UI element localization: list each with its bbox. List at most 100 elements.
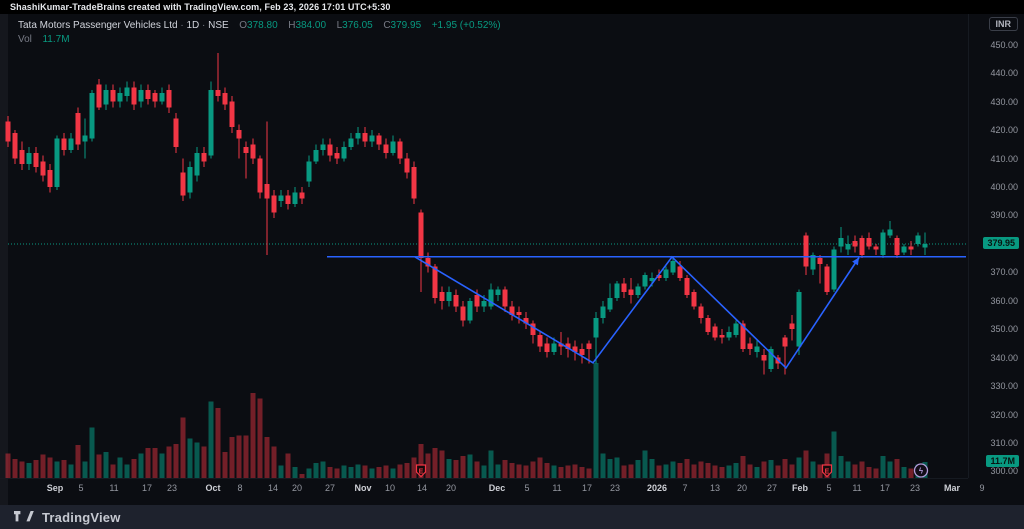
volume-bar[interactable] xyxy=(76,445,81,478)
volume-bar[interactable] xyxy=(496,464,501,478)
candle[interactable] xyxy=(580,349,585,355)
volume-bar[interactable] xyxy=(139,453,144,478)
volume-bar[interactable] xyxy=(300,474,305,478)
candle[interactable] xyxy=(916,235,921,244)
candle[interactable] xyxy=(118,93,123,102)
candle[interactable] xyxy=(440,292,445,301)
candle[interactable] xyxy=(538,335,543,346)
candle[interactable] xyxy=(797,292,802,346)
candle[interactable] xyxy=(615,284,620,298)
volume-bar[interactable] xyxy=(307,468,312,478)
volume-bar[interactable] xyxy=(475,462,480,478)
candle[interactable] xyxy=(923,244,928,247)
volume-bar[interactable] xyxy=(594,363,599,478)
volume-bar[interactable] xyxy=(342,466,347,478)
volume-bar[interactable] xyxy=(426,453,431,478)
candle[interactable] xyxy=(230,102,235,128)
volume-bar[interactable] xyxy=(321,462,326,478)
volume-bar[interactable] xyxy=(146,448,151,478)
volume-bar[interactable] xyxy=(258,399,263,478)
volume-bar[interactable] xyxy=(356,464,361,478)
volume-bar[interactable] xyxy=(244,436,249,478)
candle[interactable] xyxy=(419,213,424,259)
volume-bar[interactable] xyxy=(384,466,389,478)
volume-bar[interactable] xyxy=(741,456,746,478)
volume-bar[interactable] xyxy=(552,466,557,478)
candle[interactable] xyxy=(139,90,144,101)
volume-bar[interactable] xyxy=(69,464,74,478)
volume-bar[interactable] xyxy=(188,438,193,478)
candle[interactable] xyxy=(874,247,879,250)
volume-bar[interactable] xyxy=(881,456,886,478)
volume-bar[interactable] xyxy=(804,451,809,478)
candle[interactable] xyxy=(62,139,67,150)
candle[interactable] xyxy=(846,244,851,250)
volume-bar[interactable] xyxy=(447,459,452,478)
candle[interactable] xyxy=(167,90,172,107)
volume-bar[interactable] xyxy=(433,448,438,478)
candle[interactable] xyxy=(636,287,641,296)
candle[interactable] xyxy=(356,133,361,139)
volume-bar[interactable] xyxy=(195,442,200,478)
candle[interactable] xyxy=(265,184,270,198)
candle[interactable] xyxy=(398,141,403,158)
volume-bar[interactable] xyxy=(636,460,641,478)
candle[interactable] xyxy=(867,238,872,247)
volume-bar[interactable] xyxy=(510,463,515,478)
candle[interactable] xyxy=(153,93,158,102)
candle[interactable] xyxy=(69,139,74,150)
candle[interactable] xyxy=(160,93,165,102)
volume-bar[interactable] xyxy=(412,457,417,478)
double-bottom-drawing[interactable] xyxy=(415,257,859,368)
candle[interactable] xyxy=(552,343,557,352)
candle[interactable] xyxy=(461,306,466,320)
candle[interactable] xyxy=(391,141,396,152)
volume-bar[interactable] xyxy=(790,464,795,478)
volume-bar[interactable] xyxy=(27,463,32,478)
volume-bar[interactable] xyxy=(524,466,529,478)
candle[interactable] xyxy=(545,343,550,352)
volume-bar[interactable] xyxy=(349,467,354,478)
volume-bar[interactable] xyxy=(762,462,767,478)
candle[interactable] xyxy=(286,195,291,204)
candle[interactable] xyxy=(748,343,753,349)
volume-bar[interactable] xyxy=(125,464,130,478)
candle[interactable] xyxy=(496,289,501,295)
candle[interactable] xyxy=(839,238,844,247)
candle[interactable] xyxy=(755,346,760,352)
candle[interactable] xyxy=(790,324,795,330)
candle[interactable] xyxy=(699,306,704,317)
volume-bar[interactable] xyxy=(286,453,291,478)
volume-bar[interactable] xyxy=(720,467,725,478)
volume-bar[interactable] xyxy=(664,464,669,478)
candle[interactable] xyxy=(587,343,592,349)
volume-bar[interactable] xyxy=(706,463,711,478)
volume-bar[interactable] xyxy=(755,467,760,478)
volume-bar[interactable] xyxy=(727,466,732,478)
volume-bar[interactable] xyxy=(377,467,382,478)
candle[interactable] xyxy=(909,247,914,250)
candle[interactable] xyxy=(727,332,732,338)
volume-bar[interactable] xyxy=(202,446,207,478)
candle[interactable] xyxy=(608,298,613,309)
candle[interactable] xyxy=(111,90,116,101)
volume-bar[interactable] xyxy=(902,467,907,478)
candle[interactable] xyxy=(384,144,389,153)
volume-bar[interactable] xyxy=(391,468,396,478)
volume-bar[interactable] xyxy=(482,466,487,478)
candlestick-chart[interactable]: EEϟ xyxy=(0,0,1024,529)
volume-bar[interactable] xyxy=(363,466,368,478)
volume-bar[interactable] xyxy=(811,462,816,478)
symbol-title[interactable]: Tata Motors Passenger Vehicles Ltd xyxy=(18,20,178,31)
volume-bar[interactable] xyxy=(62,460,67,478)
candle[interactable] xyxy=(314,150,319,161)
candle[interactable] xyxy=(629,289,634,295)
volume-bar[interactable] xyxy=(874,468,879,478)
candle[interactable] xyxy=(342,147,347,158)
volume-bar[interactable] xyxy=(90,427,95,478)
candle[interactable] xyxy=(818,258,823,264)
candle[interactable] xyxy=(825,267,830,293)
candle[interactable] xyxy=(433,267,438,298)
volume-bar[interactable] xyxy=(643,451,648,478)
candle[interactable] xyxy=(482,301,487,307)
